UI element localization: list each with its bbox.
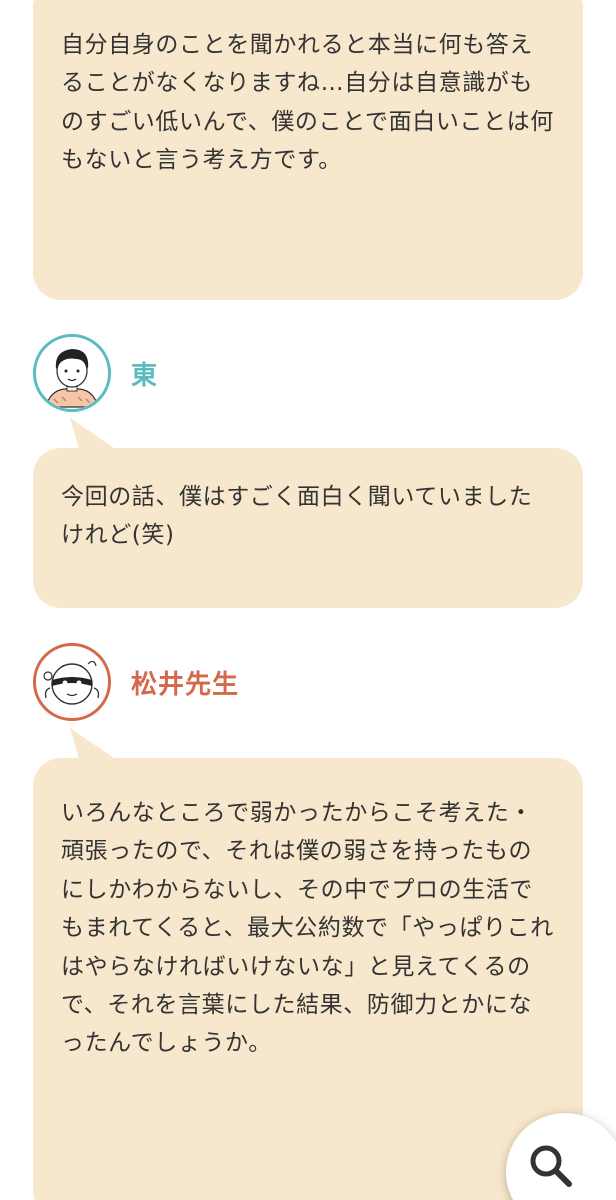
message-text-3: いろんなところで弱かったからこそ考えた・頑張ったので、それは僕の弱さを持ったもの…	[61, 800, 554, 1057]
speaker-matsui: 松井先生	[33, 643, 239, 721]
speaker-name-matsui: 松井先生	[131, 669, 240, 700]
speaker-name-azuma: 東	[131, 360, 159, 391]
character-avatar-icon	[33, 643, 111, 721]
message-bubble-3: いろんなところで弱かったからこそ考えた・頑張ったので、それは僕の弱さを持ったもの…	[33, 758, 583, 1200]
speaker-azuma: 東	[33, 334, 158, 412]
message-bubble-1: 自分自身のことを聞かれると本当に何も答えることがなくなりますね…自分は自意識がも…	[33, 0, 583, 300]
message-bubble-2: 今回の話、僕はすごく面白く聞いていましたけれど(笑)	[33, 448, 583, 608]
message-text-1: 自分自身のことを聞かれると本当に何も答えることがなくなりますね…自分は自意識がも…	[61, 32, 554, 174]
search-icon	[530, 1145, 572, 1187]
chat-page: 自分自身のことを聞かれると本当に何も答えることがなくなりますね…自分は自意識がも…	[0, 0, 616, 1200]
person-avatar-icon	[33, 334, 111, 412]
message-text-2: 今回の話、僕はすごく面白く聞いていましたけれど(笑)	[61, 484, 533, 549]
